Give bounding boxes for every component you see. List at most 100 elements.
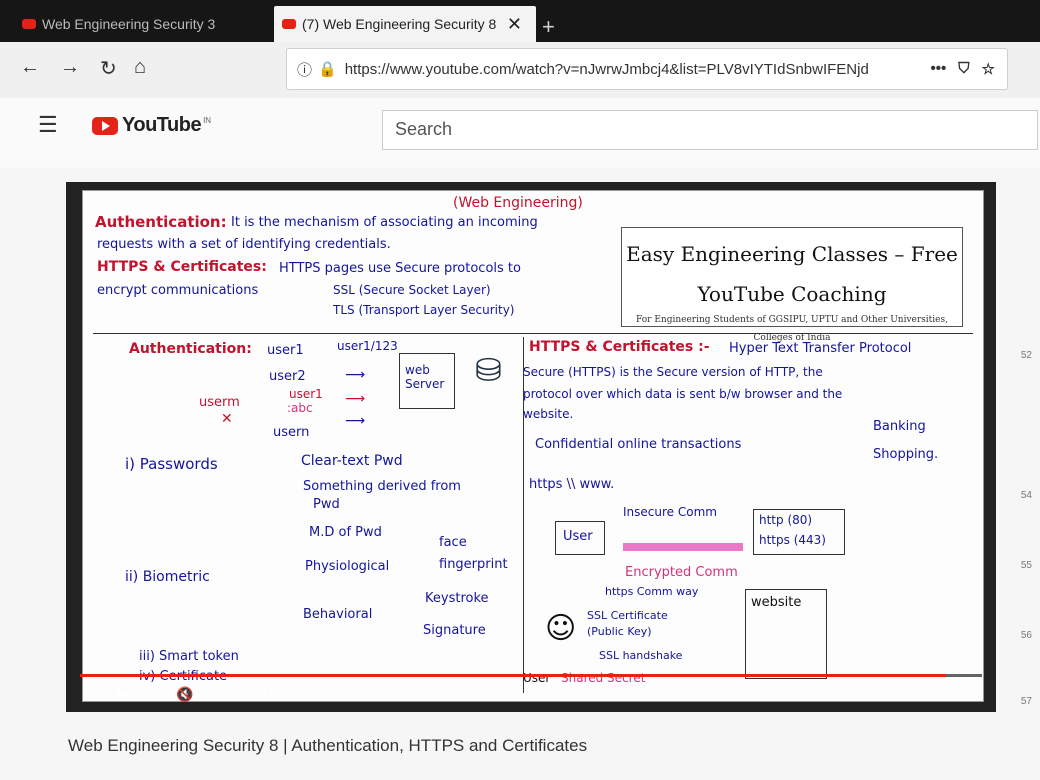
behavioral-label: Behavioral: [303, 607, 373, 622]
derived-label: Something derived from: [303, 479, 461, 494]
info-icon[interactable]: ⓘ: [297, 59, 312, 80]
play-icon[interactable]: ▶: [117, 686, 128, 703]
youtube-logo[interactable]: YouTube IN: [92, 114, 211, 137]
progress-bar[interactable]: [80, 674, 982, 677]
https-comm-way-label: https Comm way: [605, 585, 699, 598]
userm-label: userm: [199, 395, 240, 410]
right-https-heading: HTTPS & Certificates :-: [529, 339, 710, 355]
tab-web-security-8[interactable]: (7) Web Engineering Security 8 ✕: [274, 6, 536, 42]
tab-title: (7) Web Engineering Security 8: [302, 16, 497, 32]
signature-label: Signature: [423, 623, 486, 638]
user2-label: user2: [269, 369, 306, 384]
user-box-label: User: [563, 529, 593, 544]
biometric-label: ii) Biometric: [125, 569, 210, 585]
shopping-label: Shopping.: [873, 447, 939, 462]
auth-definition-1: It is the mechanism of associating an in…: [231, 215, 538, 230]
playlist-index: 57: [1020, 696, 1032, 707]
website-box-label: website: [751, 595, 802, 610]
board-divider-horizontal: [93, 333, 973, 334]
time-display: 10:35 / 11:01: [217, 686, 293, 702]
clear-text-label: Clear-text Pwd: [301, 453, 403, 469]
banner-line-3: For Engineering Students of GGSIPU, UPTU…: [636, 315, 948, 325]
http-port-label: http (80): [759, 513, 813, 527]
arrow-icon: ⟶: [345, 391, 366, 407]
youtube-wordmark: YouTube: [122, 114, 202, 136]
user1-credential: user1/123: [337, 339, 398, 353]
tab-web-security-3[interactable]: Web Engineering Security 3: [22, 6, 258, 42]
subject-label: (Web Engineering): [453, 195, 583, 211]
stick-figure-icon: ☺: [545, 611, 577, 646]
keystroke-label: Keystroke: [425, 591, 489, 606]
pwd-label: Pwd: [313, 497, 340, 512]
fullscreen-icon[interactable]: ⛶: [967, 686, 976, 702]
right-definition-3: protocol over which data is sent b/w bro…: [523, 387, 843, 401]
https-www-label: https \\ www.: [529, 477, 615, 492]
new-tab-icon[interactable]: +: [542, 14, 555, 40]
channel-banner: Easy Engineering Classes – Free YouTube …: [621, 227, 963, 343]
smart-token-label: iii) Smart token: [139, 649, 239, 664]
menu-icon[interactable]: ☰: [38, 112, 58, 138]
usern-label: usern: [273, 425, 310, 440]
physiological-label: Physiological: [305, 559, 390, 574]
theater-mode-icon[interactable]: ▭: [939, 686, 951, 702]
search-input[interactable]: Search: [382, 110, 1038, 150]
back-icon[interactable]: ←: [20, 56, 40, 79]
next-icon[interactable]: ⏭: [145, 686, 158, 703]
right-definition-2: Secure (HTTPS) is the Secure version of …: [523, 365, 823, 379]
lock-icon[interactable]: 🔒: [318, 60, 337, 78]
arrow-icon: ⟶: [345, 413, 366, 429]
left-auth-heading: Authentication:: [129, 341, 252, 357]
tls-text: TLS (Transport Layer Security): [333, 303, 515, 317]
reject-cross-icon: ✕: [221, 411, 233, 427]
https-heading: HTTPS & Certificates:: [97, 259, 267, 275]
ssl-certificate-label: SSL Certificate: [587, 609, 668, 622]
https-definition-2: encrypt communications: [97, 283, 259, 298]
youtube-header: ☰ YouTube IN Search: [0, 98, 1040, 168]
more-icon[interactable]: •••: [931, 60, 947, 78]
https-port-label: https (443): [759, 533, 826, 547]
address-bar[interactable]: ⓘ 🔒 https://www.youtube.com/watch?v=nJwr…: [286, 48, 1008, 90]
ssl-handshake-label: SSL handshake: [599, 649, 683, 662]
pocket-icon[interactable]: ⛉: [958, 60, 969, 78]
auth-heading: Authentication:: [95, 213, 227, 231]
public-key-label: (Public Key): [587, 625, 652, 638]
web-server-label: web Server: [405, 363, 445, 391]
url-text: https://www.youtube.com/watch?v=nJwrwJmb…: [344, 60, 869, 78]
youtube-play-icon: [92, 116, 118, 135]
close-tab-icon[interactable]: ✕: [507, 14, 522, 35]
home-icon[interactable]: ⌂: [134, 56, 146, 79]
progress-fill: [80, 674, 946, 677]
right-definition-1: Hyper Text Transfer Protocol: [729, 341, 912, 356]
reload-icon[interactable]: ↻: [100, 56, 117, 81]
fingerprint-label: fingerprint: [439, 557, 508, 572]
browser-nav-bar: ← → ↻ ⌂ ⓘ 🔒 https://www.youtube.com/watc…: [0, 42, 1040, 98]
browser-tab-bar: Web Engineering Security 3 (7) Web Engin…: [0, 0, 1040, 42]
banner-line-2: YouTube Coaching: [697, 282, 887, 306]
database-icon: ⛁: [475, 351, 502, 389]
playlist-index: 52: [1020, 350, 1032, 361]
playlist-index: 54: [1020, 490, 1032, 501]
country-code: IN: [203, 116, 212, 125]
encrypted-comm-label: Encrypted Comm: [625, 565, 738, 580]
whiteboard-frame: (Web Engineering) Authentication: It is …: [82, 190, 984, 702]
face-label: face: [439, 535, 467, 550]
video-player[interactable]: (Web Engineering) Authentication: It is …: [66, 182, 996, 712]
settings-gear-icon[interactable]: ⚙: [911, 686, 923, 702]
forward-icon[interactable]: →: [60, 56, 80, 79]
bookmark-star-icon[interactable]: ☆: [982, 60, 995, 78]
player-controls: ⏮ ▶ ⏭ 🔇 10:35 / 11:01 ⚙ ▭ ⛶: [86, 680, 976, 708]
encrypted-channel-bar: [623, 543, 743, 551]
previous-icon[interactable]: ⏮: [86, 686, 99, 703]
insecure-comm-label: Insecure Comm: [623, 505, 717, 519]
youtube-favicon-icon: [282, 19, 296, 29]
playlist-index: 55: [1020, 560, 1032, 571]
banner-line-1: Easy Engineering Classes – Free: [626, 242, 958, 266]
ssl-text: SSL (Secure Socket Layer): [333, 283, 491, 297]
mute-icon[interactable]: 🔇: [176, 686, 193, 703]
playlist-index: 56: [1020, 630, 1032, 641]
tab-title: Web Engineering Security 3: [42, 16, 216, 32]
youtube-favicon-icon: [22, 19, 36, 29]
userm-cred-1: user1: [289, 387, 323, 401]
https-definition-1: HTTPS pages use Secure protocols to: [279, 261, 521, 276]
banking-label: Banking: [873, 419, 926, 434]
